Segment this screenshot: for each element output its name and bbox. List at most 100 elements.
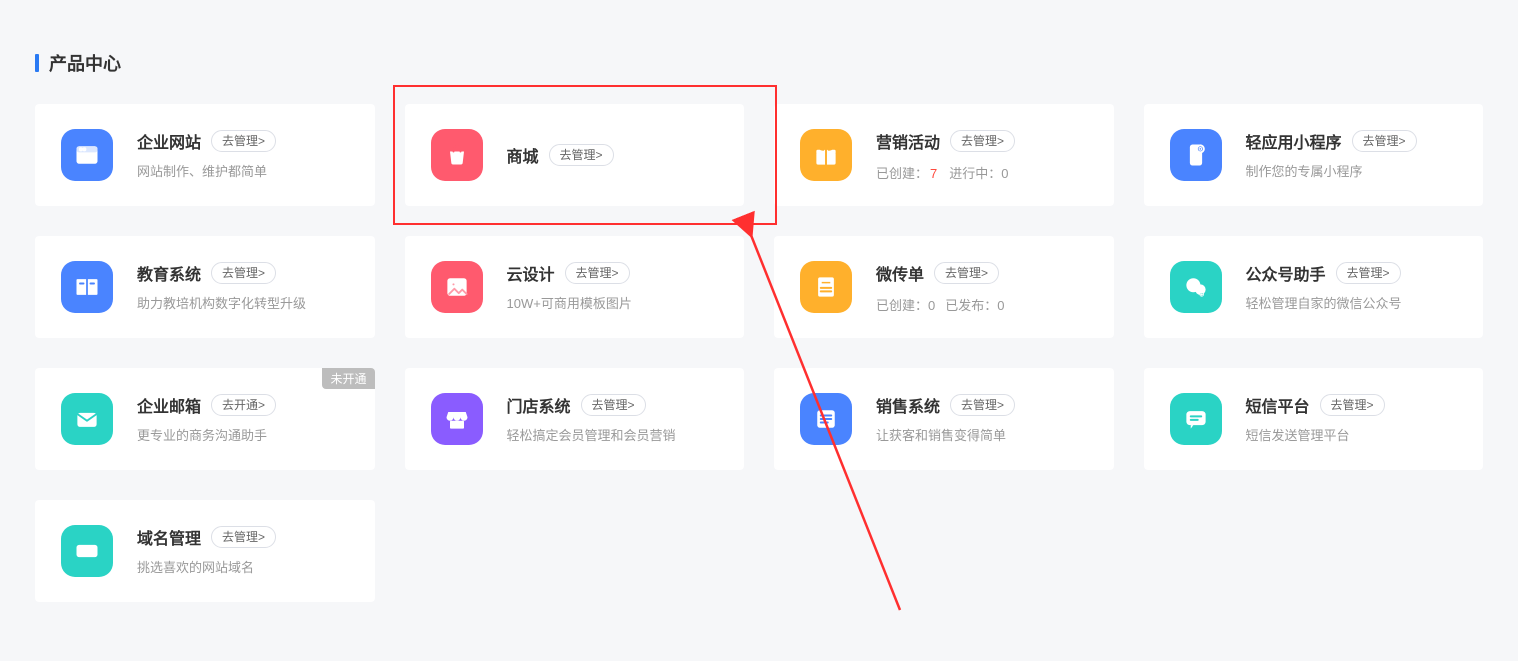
product-card[interactable]: 营销活动去管理> 已创建：7 进行中：0: [774, 104, 1114, 206]
card-body: 企业邮箱去开通> 更专业的商务沟通助手: [137, 393, 349, 445]
card-action-button[interactable]: 去管理>: [549, 144, 614, 166]
card-body: 短信平台去管理> 短信发送管理平台: [1246, 393, 1458, 445]
card-action-button[interactable]: 去管理>: [1352, 130, 1417, 152]
card-body: 微传单去管理>已创建：0已发布：0: [876, 261, 1088, 314]
product-card[interactable]: 门店系统去管理> 轻松搞定会员管理和会员营销: [405, 368, 745, 470]
card-icon: [431, 393, 483, 445]
card-action-button[interactable]: 去管理>: [565, 262, 630, 284]
card-icon: W.=: [61, 525, 113, 577]
card-icon: [800, 393, 852, 445]
card-title: 商城: [507, 143, 539, 167]
card-head: 公众号助手去管理>: [1246, 261, 1458, 285]
card-head: 域名管理去管理>: [137, 525, 349, 549]
card-icon: [1170, 261, 1222, 313]
card-desc: 挑选喜欢的网站域名: [137, 559, 349, 577]
card-desc: 制作您的专属小程序: [1246, 163, 1458, 181]
card-body: 教育系统去管理> 助力教培机构数字化转型升级: [137, 261, 349, 313]
card-head: 商城去管理>: [507, 143, 719, 167]
card-title: 域名管理: [137, 525, 201, 549]
card-head: 销售系统去管理>: [876, 393, 1088, 417]
card-title: 教育系统: [137, 261, 201, 285]
product-card[interactable]: 企业网站去管理> 网站制作、维护都简单: [35, 104, 375, 206]
product-card[interactable]: W.= 域名管理去管理> 挑选喜欢的网站域名: [35, 500, 375, 602]
card-body: 云设计去管理> 10W+可商用模板图片: [507, 261, 719, 313]
card-badge: 未开通: [322, 368, 374, 389]
product-grid: 企业网站去管理>网站制作、维护都简单商城去管理>营销活动去管理>已创建：7进行中…: [35, 104, 1483, 602]
card-desc: 网站制作、维护都简单: [137, 163, 349, 181]
card-action-button[interactable]: 去管理>: [1320, 394, 1385, 416]
stat-value: 0: [1001, 166, 1008, 181]
product-card[interactable]: 微传单去管理>已创建：0已发布：0: [774, 236, 1114, 338]
stat-label: 已创建：: [876, 166, 928, 181]
card-head: 企业邮箱去开通>: [137, 393, 349, 417]
product-card[interactable]: 教育系统去管理> 助力教培机构数字化转型升级: [35, 236, 375, 338]
stat-label: 已发布：: [945, 298, 997, 313]
card-action-button[interactable]: 去管理>: [934, 262, 999, 284]
card-action-button[interactable]: 去管理>: [211, 526, 276, 548]
card-icon: [61, 261, 113, 313]
card-body: 门店系统去管理> 轻松搞定会员管理和会员营销: [507, 393, 719, 445]
card-action-button[interactable]: 去管理>: [581, 394, 646, 416]
card-title: 短信平台: [1246, 393, 1310, 417]
product-card[interactable]: 销售系统去管理> 让获客和销售变得简单: [774, 368, 1114, 470]
card-title: 门店系统: [507, 393, 571, 417]
card-desc: 让获客和销售变得简单: [876, 427, 1088, 445]
card-head: 教育系统去管理>: [137, 261, 349, 285]
card-action-button[interactable]: 去管理>: [211, 262, 276, 284]
card-desc: 短信发送管理平台: [1246, 427, 1458, 445]
card-icon: [61, 393, 113, 445]
product-card[interactable]: 商城去管理>: [405, 104, 745, 206]
card-head: 短信平台去管理>: [1246, 393, 1458, 417]
product-card[interactable]: 轻应用小程序去管理> 制作您的专属小程序: [1144, 104, 1484, 206]
card-action-button[interactable]: 去开通>: [211, 394, 276, 416]
card-stats: 已创建：0已发布：0: [876, 295, 1088, 314]
card-action-button[interactable]: 去管理>: [1336, 262, 1401, 284]
card-body: 营销活动去管理> 已创建：7 进行中：0: [876, 129, 1088, 182]
svg-text:W.=: W.=: [81, 548, 95, 557]
card-icon: [1170, 393, 1222, 445]
card-body: 销售系统去管理> 让获客和销售变得简单: [876, 393, 1088, 445]
stat-label: 已创建：: [876, 298, 928, 313]
card-title: 销售系统: [876, 393, 940, 417]
stat-value: 7: [930, 166, 937, 181]
card-desc: 轻松搞定会员管理和会员营销: [507, 427, 719, 445]
card-head: 微传单去管理>: [876, 261, 1088, 285]
card-head: 企业网站去管理>: [137, 129, 349, 153]
card-desc: 轻松管理自家的微信公众号: [1246, 295, 1458, 313]
card-body: 公众号助手去管理> 轻松管理自家的微信公众号: [1246, 261, 1458, 313]
card-title: 微传单: [876, 261, 924, 285]
card-title: 营销活动: [876, 129, 940, 153]
card-title: 公众号助手: [1246, 261, 1326, 285]
card-head: 门店系统去管理>: [507, 393, 719, 417]
card-body: 企业网站去管理> 网站制作、维护都简单: [137, 129, 349, 181]
card-action-button[interactable]: 去管理>: [950, 130, 1015, 152]
card-head: 云设计去管理>: [507, 261, 719, 285]
stat-value: 0: [928, 298, 935, 313]
product-card[interactable]: 短信平台去管理> 短信发送管理平台: [1144, 368, 1484, 470]
card-icon: [1170, 129, 1222, 181]
card-body: 商城去管理>: [507, 143, 719, 167]
section-title-text: 产品中心: [49, 50, 121, 76]
card-action-button[interactable]: 去管理>: [950, 394, 1015, 416]
card-desc: 10W+可商用模板图片: [507, 295, 719, 313]
card-body: 域名管理去管理> 挑选喜欢的网站域名: [137, 525, 349, 577]
card-head: 营销活动去管理>: [876, 129, 1088, 153]
card-title: 轻应用小程序: [1246, 129, 1342, 153]
card-title: 企业邮箱: [137, 393, 201, 417]
stat-label: 进行中：: [949, 166, 1001, 181]
section-title: 产品中心: [35, 50, 1483, 76]
card-icon: [431, 129, 483, 181]
card-title: 企业网站: [137, 129, 201, 153]
product-card[interactable]: 公众号助手去管理> 轻松管理自家的微信公众号: [1144, 236, 1484, 338]
card-head: 轻应用小程序去管理>: [1246, 129, 1458, 153]
card-icon: [800, 129, 852, 181]
card-icon: [61, 129, 113, 181]
product-card[interactable]: 未开通企业邮箱去开通> 更专业的商务沟通助手: [35, 368, 375, 470]
card-action-button[interactable]: 去管理>: [211, 130, 276, 152]
product-card[interactable]: 云设计去管理> 10W+可商用模板图片: [405, 236, 745, 338]
card-stats: 已创建：7 进行中：0: [876, 163, 1088, 182]
card-desc: 助力教培机构数字化转型升级: [137, 295, 349, 313]
card-icon: [800, 261, 852, 313]
card-title: 云设计: [507, 261, 555, 285]
card-desc: 更专业的商务沟通助手: [137, 427, 349, 445]
